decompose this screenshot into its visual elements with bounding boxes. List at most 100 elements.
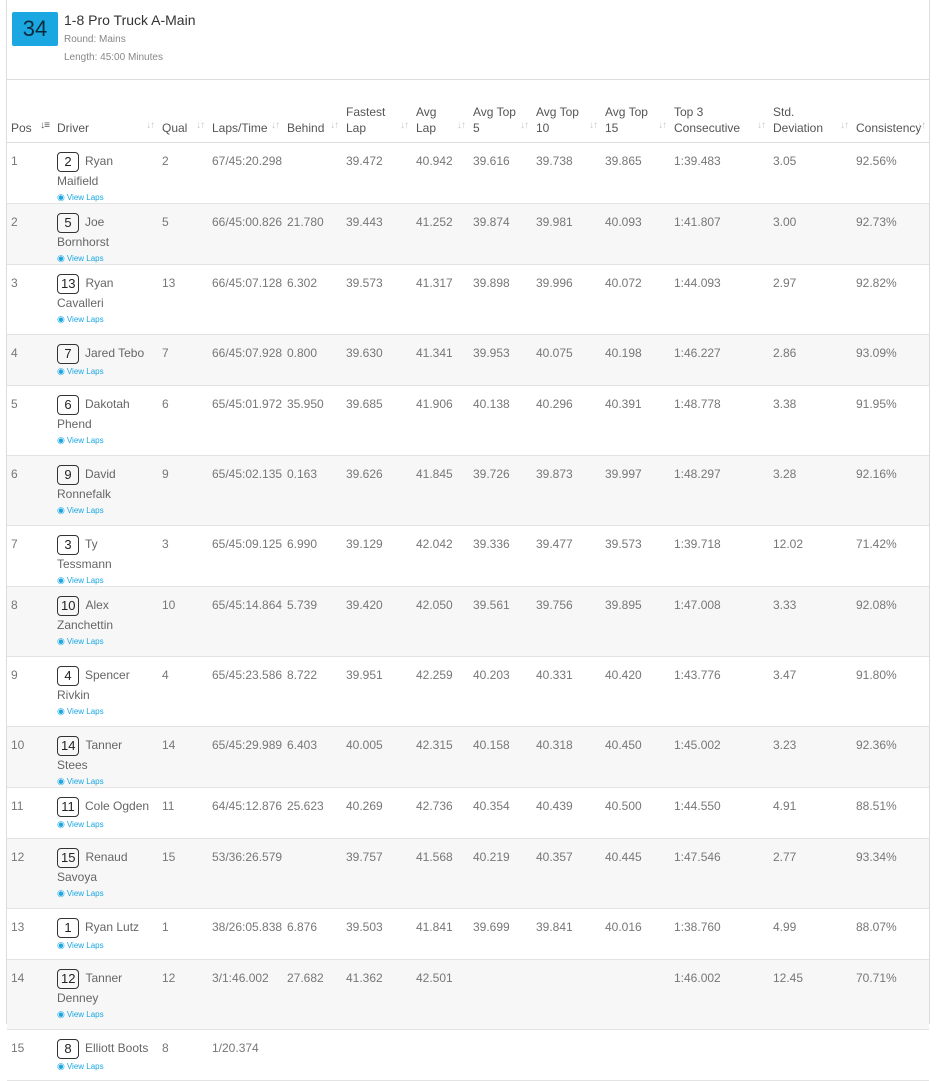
cell-pos: 7	[7, 525, 53, 587]
col-qual[interactable]: Qual ↓↑	[158, 79, 208, 143]
cell-behind: 21.780	[283, 203, 342, 265]
view-laps-label: View Laps	[66, 506, 104, 515]
table-row: 12 15 Renaud Savoya ◉ View Laps 15 53/36:26.57…	[7, 838, 929, 909]
view-laps-link[interactable]: ◉ View Laps	[57, 253, 154, 264]
cell-qual: 13	[158, 264, 208, 335]
cell-qual: 2	[158, 142, 208, 204]
cell-avg-lap: 41.317	[412, 264, 469, 335]
view-laps-link[interactable]: ◉ View Laps	[57, 314, 154, 325]
cell-laps-time: 65/45:09.125	[208, 525, 283, 587]
cell-avg-top-5: 39.874	[469, 203, 532, 265]
cell-avg-top-10: 39.738	[532, 142, 601, 204]
cell-consistency: 92.82%	[852, 264, 929, 335]
cell-consistency: 88.51%	[852, 787, 929, 839]
col-fastest-lap[interactable]: Fastest Lap ↓↑	[342, 79, 412, 143]
cell-behind: 0.163	[283, 455, 342, 526]
col-avg-top-5[interactable]: Avg Top 5 ↓↑	[469, 79, 532, 143]
sort-icon: ↓↑	[196, 120, 205, 131]
col-avg-lap[interactable]: Avg Lap ↓↑	[412, 79, 469, 143]
cell-consistency: 92.16%	[852, 455, 929, 526]
cell-avg-top-15: 40.093	[601, 203, 670, 265]
cell-avg-top-5: 39.336	[469, 525, 532, 587]
cell-fastest-lap: 39.129	[342, 525, 412, 587]
cell-fastest-lap: 39.443	[342, 203, 412, 265]
cell-avg-top-10: 40.318	[532, 726, 601, 788]
view-laps-link[interactable]: ◉ View Laps	[57, 366, 154, 377]
view-laps-link[interactable]: ◉ View Laps	[57, 819, 154, 830]
col-pos[interactable]: Pos ↓≡	[7, 79, 53, 143]
cell-qual: 1	[158, 908, 208, 960]
view-laps-link[interactable]: ◉ View Laps	[57, 888, 154, 899]
cell-laps-time: 65/45:29.989	[208, 726, 283, 788]
table-row: 9 4 Spencer Rivkin ◉ View Laps 4 65/45:23.586 8…	[7, 656, 929, 727]
cell-avg-top-15: 40.016	[601, 908, 670, 960]
cell-std-deviation: 3.38	[769, 385, 852, 456]
cell-driver: 2 Ryan Maifield ◉ View Laps	[53, 142, 158, 204]
col-avg-top-10[interactable]: Avg Top 10 ↓↑	[532, 79, 601, 143]
table-row: 7 3 Ty Tessmann ◉ View Laps 3 65/45:09.125 6.99…	[7, 525, 929, 587]
cell-std-deviation: 3.28	[769, 455, 852, 526]
col-consistency[interactable]: Consistency ↓↑	[852, 79, 929, 143]
cell-avg-top-5: 40.219	[469, 838, 532, 909]
sort-icon: ↓↑	[457, 120, 466, 131]
col-behind[interactable]: Behind ↓↑	[283, 79, 342, 143]
eye-icon: ◉	[57, 192, 65, 202]
col-laps-time[interactable]: Laps/Time ↓↑	[208, 79, 283, 143]
cell-qual: 3	[158, 525, 208, 587]
col-driver[interactable]: Driver ↓↑	[53, 79, 158, 143]
cell-std-deviation: 12.02	[769, 525, 852, 587]
cell-avg-top-15: 39.997	[601, 455, 670, 526]
cell-top-3-consecutive: 1:48.778	[670, 385, 769, 456]
view-laps-link[interactable]: ◉ View Laps	[57, 575, 154, 586]
view-laps-link[interactable]: ◉ View Laps	[57, 192, 154, 203]
view-laps-link[interactable]: ◉ View Laps	[57, 1061, 154, 1072]
cell-avg-lap: 42.259	[412, 656, 469, 727]
cell-avg-top-10: 40.357	[532, 838, 601, 909]
cell-driver: 8 Elliott Boots ◉ View Laps	[53, 1029, 158, 1081]
view-laps-link[interactable]: ◉ View Laps	[57, 1009, 154, 1020]
col-avg-top-15[interactable]: Avg Top 15 ↓↑	[601, 79, 670, 143]
view-laps-link[interactable]: ◉ View Laps	[57, 505, 154, 516]
cell-avg-top-15: 39.895	[601, 586, 670, 657]
col-std-deviation[interactable]: Std. Deviation ↓↑	[769, 79, 852, 143]
cell-avg-lap: 42.315	[412, 726, 469, 788]
eye-icon: ◉	[57, 253, 65, 263]
cell-avg-top-10: 39.981	[532, 203, 601, 265]
driver-name: Cole Ogden	[85, 799, 150, 813]
cell-consistency: 92.08%	[852, 586, 929, 657]
cell-std-deviation: 3.00	[769, 203, 852, 265]
cell-behind: 6.990	[283, 525, 342, 587]
view-laps-link[interactable]: ◉ View Laps	[57, 636, 154, 647]
cell-avg-top-15: 40.391	[601, 385, 670, 456]
cell-driver: 13 Ryan Cavalleri ◉ View Laps	[53, 264, 158, 335]
cell-qual: 10	[158, 586, 208, 657]
view-laps-label: View Laps	[66, 637, 104, 646]
cell-avg-top-5: 40.138	[469, 385, 532, 456]
cell-top-3-consecutive: 1:45.002	[670, 726, 769, 788]
cell-fastest-lap: 41.362	[342, 959, 412, 1030]
driver-name: Ryan Lutz	[85, 920, 140, 934]
view-laps-link[interactable]: ◉ View Laps	[57, 776, 154, 787]
col-top-3-consecutive[interactable]: Top 3 Consecutive ↓↑	[670, 79, 769, 143]
cell-behind: 8.722	[283, 656, 342, 727]
cell-fastest-lap: 39.757	[342, 838, 412, 909]
table-row: 4 7 Jared Tebo ◉ View Laps 7 66/45:07.928 0.800…	[7, 334, 929, 386]
cell-fastest-lap: 39.573	[342, 264, 412, 335]
table-row: 1 2 Ryan Maifield ◉ View Laps 2 67/45:20.298 39…	[7, 142, 929, 204]
cell-std-deviation: 3.23	[769, 726, 852, 788]
view-laps-link[interactable]: ◉ View Laps	[57, 940, 154, 951]
cell-behind: 5.739	[283, 586, 342, 657]
driver-name: Jared Tebo	[85, 346, 145, 360]
cell-avg-lap: 42.050	[412, 586, 469, 657]
view-laps-link[interactable]: ◉ View Laps	[57, 435, 154, 446]
cell-qual: 9	[158, 455, 208, 526]
cell-avg-top-10: 39.996	[532, 264, 601, 335]
view-laps-label: View Laps	[66, 941, 104, 950]
view-laps-label: View Laps	[66, 820, 104, 829]
cell-avg-lap: 41.341	[412, 334, 469, 386]
eye-icon: ◉	[57, 435, 65, 445]
view-laps-link[interactable]: ◉ View Laps	[57, 706, 154, 717]
cell-top-3-consecutive: 1:43.776	[670, 656, 769, 727]
cell-laps-time: 65/45:14.864	[208, 586, 283, 657]
view-laps-label: View Laps	[66, 1062, 104, 1071]
